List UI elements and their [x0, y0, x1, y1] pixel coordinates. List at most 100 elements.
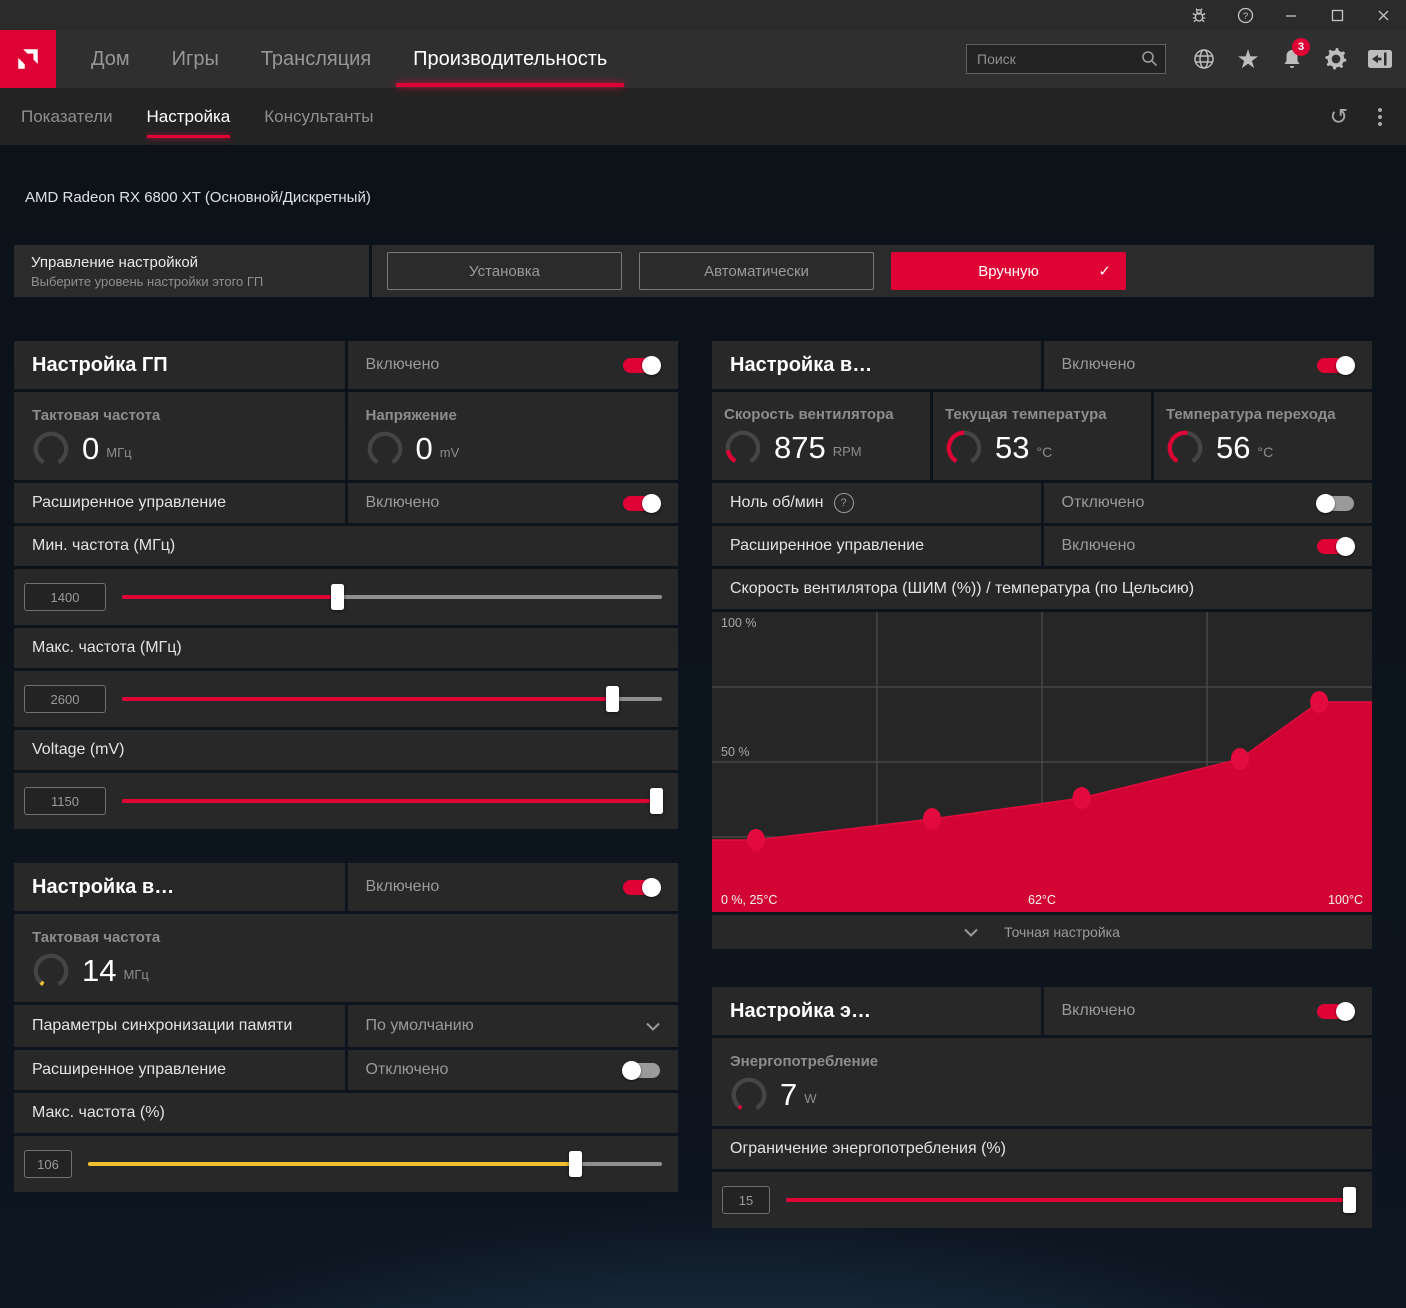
tuning-control-info: Управление настройкой Выберите уровень н… [14, 245, 369, 297]
subnav-actions: ↺ [1330, 88, 1382, 145]
vram-max-freq-slider-row: 106 [14, 1136, 678, 1192]
help-icon[interactable]: ? [1222, 0, 1268, 30]
gpu-tuning-toggle[interactable] [623, 358, 660, 373]
search-input[interactable] [966, 44, 1166, 74]
bug-report-icon[interactable] [1176, 0, 1222, 30]
gpu-advanced-label: Расширенное управление [32, 494, 226, 512]
main-navbar: Дом Игры Трансляция Производительность ★… [0, 30, 1406, 88]
gauge-icon [724, 429, 762, 467]
power-draw-stat: Энергопотребление 7 W [712, 1038, 1372, 1126]
voltage-value[interactable]: 1150 [24, 787, 106, 815]
radeon-software-window: ? Дом Игры Трансляция Производительность [0, 0, 1406, 1308]
tuning-content: AMD Radeon RX 6800 XT (Основной/Дискретн… [0, 145, 1406, 1308]
slider-handle[interactable] [650, 788, 663, 814]
zero-rpm-toggle[interactable] [1317, 496, 1354, 511]
slider-handle[interactable] [1343, 1187, 1356, 1213]
tuning-control-title: Управление настройкой [31, 254, 369, 271]
power-tuning-panel: Настройка э… Включено Энергопотребление … [712, 987, 1372, 1228]
subtab-metrics[interactable]: Показатели [4, 88, 130, 145]
gauge-icon [730, 1076, 768, 1114]
fan-advanced-toggle[interactable] [1317, 539, 1354, 554]
fan-tuning-toggle[interactable] [1317, 358, 1354, 373]
star-icon[interactable]: ★ [1226, 30, 1270, 88]
globe-icon[interactable] [1182, 30, 1226, 88]
slider-handle[interactable] [331, 584, 344, 610]
subtab-advisors[interactable]: Консультанты [247, 88, 390, 145]
tab-performance[interactable]: Производительность [392, 30, 628, 88]
memory-timing-dropdown[interactable]: По умолчанию [348, 1005, 679, 1047]
power-tuning-toggle[interactable] [1317, 1004, 1354, 1019]
nav-icon-group: ★ 3 [1182, 30, 1402, 88]
tuning-control-strip: Управление настройкой Выберите уровень н… [14, 245, 1374, 297]
gear-icon[interactable] [1314, 30, 1358, 88]
vram-advanced-label: Расширенное управление [32, 1061, 226, 1079]
fan-advanced-label: Расширенное управление [730, 537, 924, 555]
vram-tuning-toggle[interactable] [623, 880, 660, 895]
check-icon: ✓ [1098, 262, 1111, 280]
maximize-icon[interactable] [1314, 0, 1360, 30]
manual-mode-button[interactable]: Вручную ✓ [891, 252, 1126, 290]
voltage-slider-row: 1150 [14, 773, 678, 829]
gpu-tuning-panel: Настройка ГП Включено Тактовая частота 0… [14, 341, 678, 829]
slider-handle[interactable] [569, 1151, 582, 1177]
vram-advanced-toggle[interactable] [623, 1063, 660, 1078]
tuning-mode-buttons: Установка Автоматически Вручную ✓ [372, 245, 1374, 297]
bell-icon[interactable]: 3 [1270, 30, 1314, 88]
min-freq-value[interactable]: 1400 [24, 583, 106, 611]
help-circle-icon[interactable]: ? [834, 493, 854, 513]
power-limit-slider-row: 15 [712, 1172, 1372, 1228]
gpu-panel-title: Настройка ГП [32, 354, 168, 377]
vram-max-freq-slider[interactable] [88, 1162, 662, 1166]
gpu-panel-status: Включено [366, 356, 440, 374]
minimize-icon[interactable] [1268, 0, 1314, 30]
gauge-icon [1166, 429, 1204, 467]
max-freq-label: Макс. частота (МГц) [32, 639, 182, 657]
vram-tuning-panel: Настройка в… Включено Тактовая частота 1… [14, 863, 678, 1192]
vram-max-freq-label: Макс. частота (%) [32, 1104, 165, 1122]
preset-mode-button[interactable]: Установка [387, 252, 622, 290]
window-titlebar: ? [0, 0, 1406, 30]
voltage-label: Voltage (mV) [32, 741, 124, 759]
power-panel-title: Настройка э… [730, 1000, 871, 1023]
tab-home[interactable]: Дом [70, 30, 151, 88]
power-limit-label: Ограничение энергопотребления (%) [730, 1140, 1006, 1158]
max-freq-value[interactable]: 2600 [24, 685, 106, 713]
chevron-down-icon [646, 1022, 660, 1031]
min-freq-slider[interactable] [122, 595, 662, 599]
fan-tuning-panel: Настройка в… Включено Скорость вентилято… [712, 341, 1372, 949]
left-column: Настройка ГП Включено Тактовая частота 0… [14, 341, 678, 1192]
gauge-icon [945, 429, 983, 467]
fan-panel-title: Настройка в… [730, 354, 872, 377]
subtab-tuning[interactable]: Настройка [130, 88, 248, 145]
fan-speed-stat: Скорость вентилятора 875 RPM [712, 392, 930, 480]
auto-mode-button[interactable]: Автоматически [639, 252, 874, 290]
min-freq-label: Мин. частота (МГц) [32, 537, 175, 555]
performance-subnav: Показатели Настройка Консультанты ↺ [0, 88, 1406, 145]
fine-tuning-expander[interactable]: Точная настройка [712, 915, 1372, 949]
tab-streaming[interactable]: Трансляция [240, 30, 392, 88]
max-freq-slider[interactable] [122, 697, 662, 701]
junction-temp-stat: Температура перехода 56 °C [1154, 392, 1372, 480]
zero-rpm-label: Ноль об/мин [730, 494, 824, 512]
reset-icon[interactable]: ↺ [1330, 106, 1348, 128]
fan-curve-chart[interactable]: 100 % 50 % 0 %, 25°C 62°C 100°C [712, 612, 1372, 912]
gpu-voltage-stat: Напряжение 0 mV [348, 392, 679, 480]
gauge-icon [32, 952, 70, 990]
tab-games[interactable]: Игры [151, 30, 240, 88]
kebab-menu-icon[interactable] [1378, 108, 1382, 126]
search-box [966, 44, 1166, 74]
gpu-advanced-toggle[interactable] [623, 496, 660, 511]
max-freq-slider-row: 2600 [14, 671, 678, 727]
vram-max-freq-value[interactable]: 106 [24, 1150, 72, 1178]
gauge-icon [32, 430, 70, 468]
gauge-icon [366, 430, 404, 468]
power-limit-slider[interactable] [786, 1198, 1356, 1202]
memory-timing-label: Параметры синхронизации памяти [32, 1017, 292, 1035]
collapse-panel-icon[interactable] [1358, 30, 1402, 88]
voltage-slider[interactable] [122, 799, 662, 803]
amd-logo[interactable] [0, 30, 56, 88]
power-limit-value[interactable]: 15 [722, 1186, 770, 1214]
slider-handle[interactable] [606, 686, 619, 712]
close-icon[interactable] [1360, 0, 1406, 30]
right-column: Настройка в… Включено Скорость вентилято… [712, 341, 1372, 1228]
